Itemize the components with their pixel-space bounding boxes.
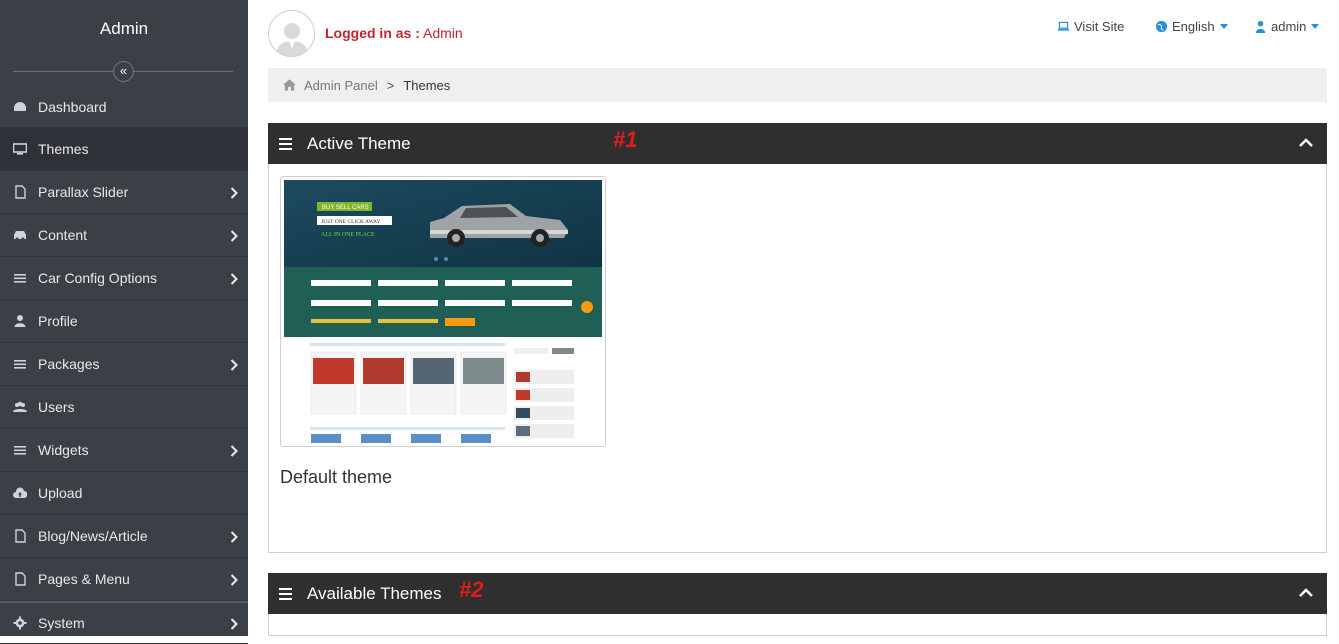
sidebar-item-car-config-options[interactable]: Car Config Options	[0, 257, 248, 300]
sidebar-item-widgets[interactable]: Widgets	[0, 429, 248, 472]
visit-site-label: Visit Site	[1074, 19, 1125, 34]
sidebar-brand: Admin	[99, 19, 149, 38]
sidebar-item-themes[interactable]: Themes	[0, 128, 248, 171]
list-icon	[0, 357, 38, 371]
globe-icon	[1155, 20, 1168, 33]
sidebar-item-label: Themes	[38, 141, 89, 157]
available-themes-panel-body	[268, 614, 1327, 636]
sidebar-item-label: Parallax Slider	[38, 184, 129, 200]
breadcrumb-separator: >	[386, 77, 395, 93]
sidebar-item-parallax-slider[interactable]: Parallax Slider	[0, 171, 248, 214]
logged-in-user: Admin	[423, 25, 463, 41]
sidebar-menu: Dashboard Themes Parallax Slider Content Car…	[0, 86, 248, 644]
list-icon	[0, 443, 38, 457]
sidebar-item-content[interactable]: Content	[0, 214, 248, 257]
chevron-right-icon	[230, 444, 238, 457]
sidebar-item-label: Widgets	[38, 442, 89, 458]
sidebar-item-label: Dashboard	[38, 98, 107, 115]
annotation-tag-1: #1	[613, 127, 638, 152]
breadcrumb-current: Themes	[403, 77, 451, 93]
collapse-sidebar-button[interactable]: «	[113, 61, 134, 82]
chevron-right-icon	[230, 229, 238, 242]
sidebar: Admin « Dashboard Themes Parallax Slider Co…	[0, 0, 248, 644]
sidebar-item-packages[interactable]: Packages	[0, 343, 248, 386]
sidebar-item-pages-menu[interactable]: Pages & Menu	[0, 558, 248, 601]
car-icon	[0, 228, 38, 242]
language-label: English	[1172, 19, 1215, 34]
menu-icon	[279, 587, 292, 600]
visit-site-link[interactable]: Visit Site	[1057, 19, 1124, 34]
chevron-up-icon[interactable]	[1299, 137, 1313, 147]
sidebar-item-system[interactable]: System	[0, 601, 248, 644]
chevron-right-icon	[230, 186, 238, 199]
thumb-badge-2: JUST ONE CLICK AWAY	[321, 219, 381, 225]
gear-icon	[0, 616, 38, 630]
sidebar-item-label: Pages & Menu	[38, 571, 130, 587]
dashboard-icon	[0, 100, 38, 114]
thumb-badge-1: BUY SELL CARS	[322, 205, 369, 211]
active-theme-name: Default theme	[280, 467, 393, 487]
language-dropdown[interactable]: English	[1155, 19, 1228, 34]
file-icon	[0, 185, 38, 199]
breadcrumb: Admin Panel > Themes	[268, 68, 1327, 102]
file-icon	[0, 529, 38, 543]
user-avatar-icon	[275, 23, 308, 56]
sidebar-item-upload[interactable]: Upload	[0, 472, 248, 515]
available-themes-panel-header: Available Themes #2	[268, 573, 1327, 614]
user-menu-label: admin	[1271, 19, 1307, 34]
logged-in-prefix: Logged in as :	[325, 25, 420, 41]
sidebar-item-label: Profile	[38, 313, 78, 329]
chevron-right-icon	[230, 617, 238, 630]
sidebar-item-blog-news-article[interactable]: Blog/News/Article	[0, 515, 248, 558]
theme-preview-graphic: BUY SELL CARS JUST ONE CLICK AWAY ALL IN…	[284, 180, 602, 443]
available-themes-title: Available Themes	[307, 583, 442, 603]
file-icon	[0, 572, 38, 586]
active-theme-panel-body: BUY SELL CARS JUST ONE CLICK AWAY ALL IN…	[268, 164, 1327, 553]
sidebar-item-profile[interactable]: Profile	[0, 300, 248, 343]
user-dropdown[interactable]: admin	[1254, 19, 1320, 34]
cloud-upload-icon	[0, 486, 38, 500]
chevron-up-icon[interactable]	[1299, 587, 1313, 597]
sidebar-item-label: System	[38, 615, 85, 631]
sidebar-item-label: Users	[38, 399, 75, 415]
annotation-tag-2: #2	[459, 577, 484, 602]
user-icon	[0, 314, 38, 328]
chevron-right-icon	[230, 272, 238, 285]
chevron-right-icon	[230, 530, 238, 543]
list-icon	[0, 271, 38, 285]
logged-in-label: Logged in as : Admin	[325, 25, 463, 41]
chevron-down-icon	[1219, 24, 1228, 29]
sidebar-item-label: Blog/News/Article	[38, 528, 148, 544]
sidebar-item-dashboard[interactable]: Dashboard	[0, 86, 248, 128]
theme-thumbnail[interactable]: BUY SELL CARS JUST ONE CLICK AWAY ALL IN…	[280, 176, 606, 447]
user-icon	[1255, 20, 1266, 33]
active-theme-title: Active Theme	[307, 133, 411, 153]
active-theme-panel-header: Active Theme #1	[268, 123, 1327, 164]
users-icon	[0, 400, 38, 414]
chevron-right-icon	[230, 358, 238, 371]
laptop-icon	[1057, 21, 1070, 31]
chevron-right-icon	[230, 573, 238, 586]
monitor-icon	[0, 142, 38, 156]
sidebar-divider: «	[0, 58, 248, 86]
sidebar-item-label: Car Config Options	[38, 270, 158, 286]
theme-preview-image: BUY SELL CARS JUST ONE CLICK AWAY ALL IN…	[284, 180, 602, 443]
sidebar-item-label: Packages	[38, 356, 100, 372]
avatar	[268, 10, 315, 57]
sidebar-item-users[interactable]: Users	[0, 386, 248, 429]
sidebar-item-label: Upload	[38, 485, 83, 501]
chevron-down-icon	[1311, 24, 1320, 29]
thumb-badge-3: ALL IN ONE PLACE	[321, 232, 375, 238]
menu-icon	[279, 137, 292, 150]
breadcrumb-admin-panel[interactable]: Admin Panel	[304, 78, 378, 93]
home-icon	[283, 79, 296, 91]
sidebar-item-label: Content	[38, 227, 88, 243]
